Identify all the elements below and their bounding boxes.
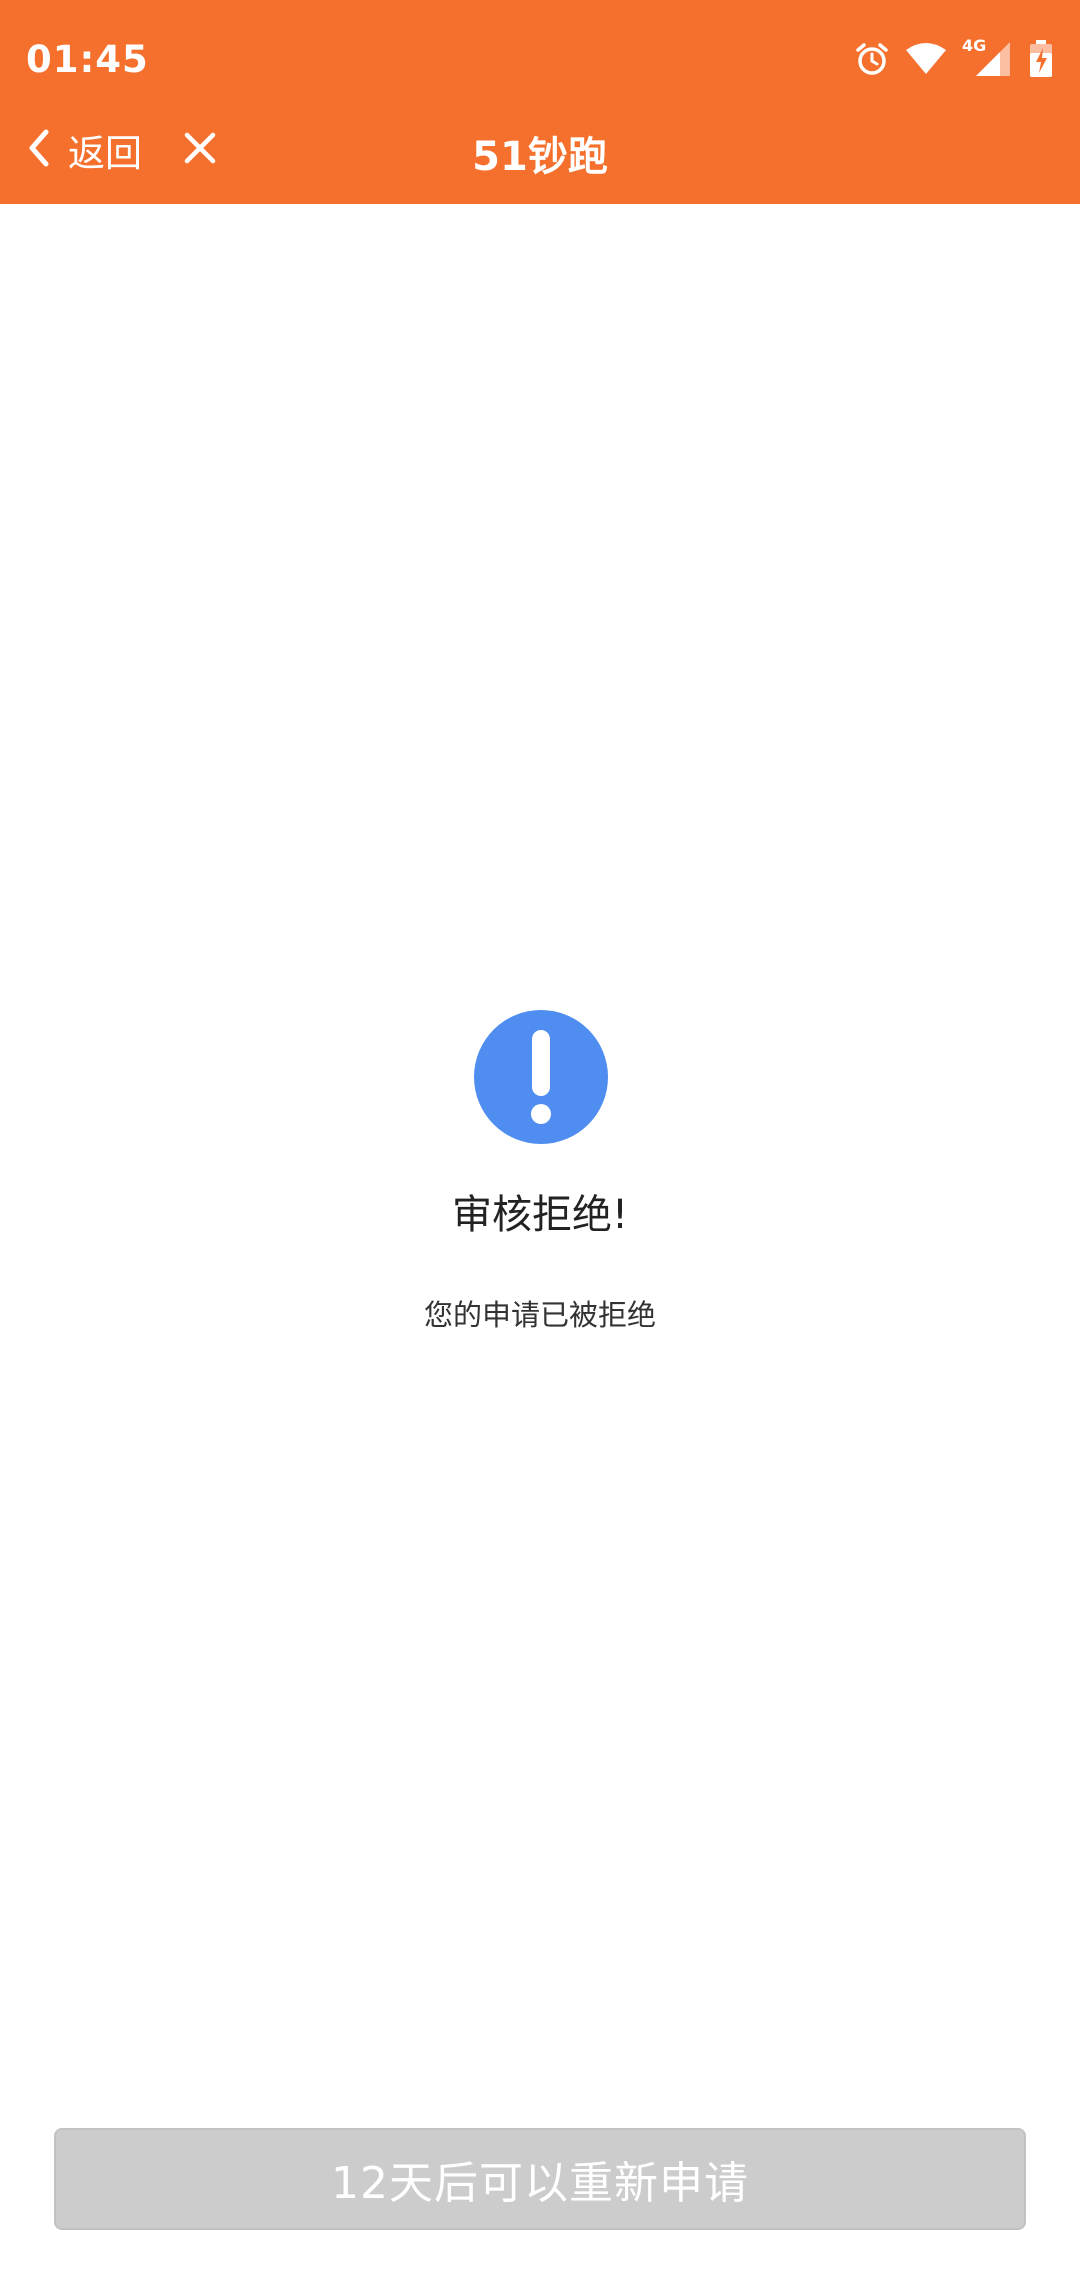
status-time: 01:45 bbox=[26, 38, 149, 81]
reapply-button[interactable]: 12天后可以重新申请 bbox=[54, 2128, 1026, 2230]
battery-charging-icon bbox=[1028, 39, 1054, 79]
page-title: 51钞跑 bbox=[472, 134, 608, 180]
app-bar: 返回 51钞跑 bbox=[0, 120, 1080, 204]
wifi-icon bbox=[904, 42, 948, 76]
result-description: 您的申请已被拒绝 bbox=[423, 1298, 656, 1332]
header: 01:45 4G 返回 51钞跑 bbox=[0, 0, 1080, 204]
signal-icon: 4G bbox=[962, 36, 1014, 80]
status-bar: 01:45 4G bbox=[0, 0, 1080, 120]
result-title: 审核拒绝! bbox=[451, 1192, 629, 1238]
page: 01:45 4G 返回 51钞跑 审核拒绝! 您的申请已被拒绝 12天后可以重新… bbox=[0, 0, 1080, 2280]
reapply-label: 12天后可以重新申请 bbox=[331, 2158, 749, 2209]
alarm-icon bbox=[854, 41, 890, 77]
exclamation-circle-icon bbox=[474, 1010, 608, 1144]
status-icons: 4G bbox=[854, 36, 1054, 80]
